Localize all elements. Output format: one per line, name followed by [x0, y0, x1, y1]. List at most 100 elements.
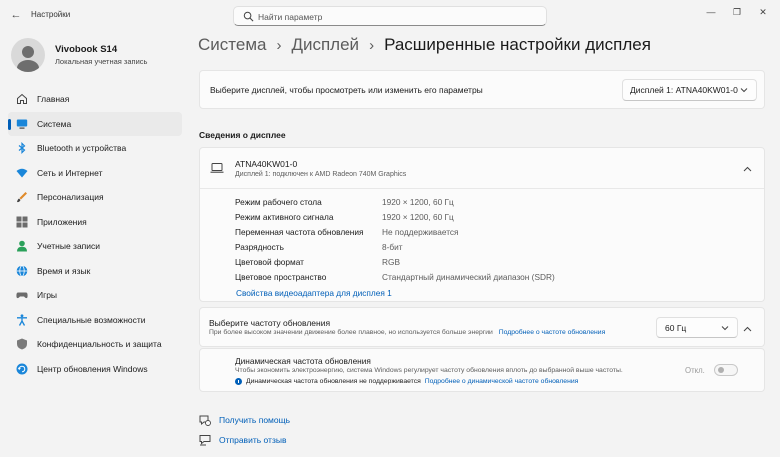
sidebar-item-personalization[interactable]: Персонализация	[8, 185, 182, 210]
personalization-icon	[16, 191, 28, 203]
sidebar-item-windows-update[interactable]: Центр обновления Windows	[8, 357, 182, 382]
get-help-row[interactable]: Получить помощь	[199, 414, 290, 426]
display-select-label: Выберите дисплей, чтобы просмотреть или …	[210, 85, 483, 95]
sidebar-item-label: Специальные возможности	[37, 314, 146, 325]
update-icon	[16, 363, 28, 375]
spec-value: RGB	[382, 257, 400, 267]
accessibility-icon	[16, 314, 28, 326]
globe-icon	[16, 265, 28, 277]
breadcrumb-item-display[interactable]: Дисплей	[291, 35, 359, 55]
dynamic-refresh-description: Чтобы экономить электроэнергию, система …	[235, 367, 623, 374]
sidebar-item-label: Конфиденциальность и защита	[37, 339, 162, 350]
sidebar-item-apps[interactable]: Приложения	[8, 210, 182, 235]
chevron-up-icon[interactable]	[743, 165, 752, 174]
adapter-properties-link[interactable]: Свойства видеоадаптера для дисплея 1	[236, 288, 392, 298]
dynamic-refresh-toggle[interactable]	[714, 364, 738, 376]
dynamic-refresh-card: Динамическая частота обновления Чтобы эк…	[199, 348, 765, 392]
toggle-knob	[718, 367, 724, 373]
sidebar-item-label: Игры	[37, 290, 58, 301]
spec-value: 1920 × 1200, 60 Гц	[382, 212, 454, 222]
bluetooth-icon	[16, 142, 28, 155]
search-box[interactable]	[233, 6, 547, 26]
spec-value: 1920 × 1200, 60 Гц	[382, 197, 454, 207]
spec-value: Стандартный динамический диапазон (SDR)	[382, 272, 555, 282]
avatar[interactable]	[11, 38, 45, 72]
dynamic-refresh-learn-more-link[interactable]: Подробнее о динамической частоте обновле…	[425, 378, 579, 385]
maximize-button[interactable]: ❐	[726, 5, 748, 19]
user-silhouette-icon	[17, 46, 39, 72]
search-icon	[243, 11, 254, 22]
shield-icon	[16, 338, 28, 350]
profile-account-type: Локальная учетная запись	[55, 57, 148, 66]
sidebar-item-label: Сеть и Интернет	[37, 167, 103, 178]
sidebar-item-accounts[interactable]: Учетные записи	[8, 234, 182, 259]
sidebar-item-label: Центр обновления Windows	[37, 363, 148, 374]
sidebar-item-label: Приложения	[37, 216, 87, 227]
sidebar-item-accessibility[interactable]: Специальные возможности	[8, 308, 182, 333]
get-help-link[interactable]: Получить помощь	[219, 415, 290, 425]
sidebar-item-time-language[interactable]: Время и язык	[8, 259, 182, 284]
laptop-icon	[210, 163, 224, 173]
refresh-rate-value: 60 Гц	[665, 322, 687, 333]
sidebar-nav: Главная Система Bluetooth и устройства С…	[8, 87, 182, 381]
network-icon	[16, 167, 28, 179]
spec-label: Цветовое пространство	[235, 272, 327, 282]
profile-name: Vivobook S14	[55, 44, 118, 55]
refresh-rate-dropdown[interactable]: 60 Гц	[656, 317, 738, 338]
refresh-rate-card: Выберите частоту обновления При более вы…	[199, 307, 765, 347]
help-icon	[199, 414, 211, 426]
section-title: Сведения о дисплее	[199, 130, 286, 140]
sidebar-item-label: Система	[37, 118, 72, 129]
breadcrumb-separator: ›	[276, 36, 282, 54]
feedback-icon	[199, 434, 211, 446]
dynamic-refresh-title: Динамическая частота обновления	[235, 356, 371, 366]
display-dropdown[interactable]: Дисплей 1: ATNA40KW01-0	[622, 79, 757, 101]
sidebar-item-home[interactable]: Главная	[8, 87, 182, 112]
send-feedback-link[interactable]: Отправить отзыв	[219, 435, 286, 445]
info-icon	[235, 378, 242, 385]
toggle-state-label: Откл.	[685, 366, 705, 375]
sidebar-item-network[interactable]: Сеть и Интернет	[8, 161, 182, 186]
system-icon	[16, 118, 28, 130]
search-input[interactable]	[258, 10, 538, 23]
spec-value: Не поддерживается	[382, 227, 459, 237]
sidebar-item-label: Bluetooth и устройства	[37, 143, 127, 154]
page-title: Расширенные настройки дисплея	[384, 35, 651, 54]
sidebar-item-label: Персонализация	[37, 192, 104, 203]
feedback-row[interactable]: Отправить отзыв	[199, 434, 286, 446]
breadcrumb-item-system[interactable]: Система	[198, 35, 266, 55]
refresh-rate-title: Выберите частоту обновления	[209, 318, 331, 328]
divider	[200, 188, 764, 189]
title-bar: ← Настройки — ❐ ✕	[0, 0, 780, 30]
display-dropdown-value: Дисплей 1: ATNA40KW01-0	[630, 85, 738, 95]
dynamic-refresh-warning: Динамическая частота обновления не подде…	[246, 378, 421, 385]
spec-label: Цветовой формат	[235, 257, 304, 267]
spec-label: Режим активного сигнала	[235, 212, 334, 222]
display-info-card: ATNA40KW01-0 Дисплей 1: подключен к AMD …	[199, 147, 765, 302]
chevron-up-icon[interactable]	[743, 325, 752, 334]
sidebar-item-label: Учетные записи	[37, 241, 101, 252]
sidebar-item-system[interactable]: Система	[8, 111, 182, 136]
display-select-card: Выберите дисплей, чтобы просмотреть или …	[199, 70, 765, 109]
sidebar-item-gaming[interactable]: Игры	[8, 283, 182, 308]
sidebar-item-privacy[interactable]: Конфиденциальность и защита	[8, 332, 182, 357]
sidebar-item-bluetooth[interactable]: Bluetooth и устройства	[8, 136, 182, 161]
dynamic-refresh-warning-row: Динамическая частота обновления не подде…	[235, 378, 578, 385]
accounts-icon	[16, 240, 28, 252]
spec-label: Переменная частота обновления	[235, 227, 364, 237]
apps-icon	[16, 216, 28, 228]
refresh-rate-learn-more-link[interactable]: Подробнее о частоте обновления	[499, 329, 606, 336]
spec-label: Разрядность	[235, 242, 284, 252]
monitor-connection: Дисплей 1: подключен к AMD Radeon 740M G…	[235, 171, 407, 178]
window-title: Настройки	[31, 10, 71, 19]
breadcrumb-separator: ›	[369, 36, 375, 54]
sidebar-item-label: Время и язык	[37, 265, 91, 276]
minimize-button[interactable]: —	[700, 5, 722, 19]
close-button[interactable]: ✕	[752, 5, 774, 19]
back-arrow-icon[interactable]: ←	[9, 8, 23, 22]
gaming-icon	[16, 289, 28, 301]
breadcrumb: Система › Дисплей › Расширенные настройк…	[198, 35, 651, 55]
sidebar-item-label: Главная	[37, 94, 70, 105]
chevron-down-icon	[721, 326, 729, 331]
chevron-down-icon	[740, 88, 748, 93]
